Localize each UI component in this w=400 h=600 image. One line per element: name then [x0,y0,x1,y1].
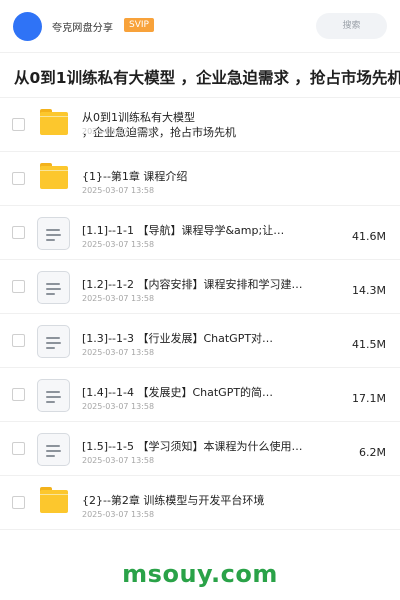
avatar[interactable] [13,12,42,41]
row-checkbox[interactable] [12,280,25,293]
row-checkbox[interactable] [12,118,25,131]
file-date: 2025-03-07 13:58 [82,240,155,249]
file-name: [1.5]--1-5 【学习须知】本课程为什么使用… [82,440,303,453]
svip-badge: SVIP [124,18,154,32]
row-checkbox[interactable] [12,226,25,239]
folder-icon [40,487,68,513]
file-row[interactable]: [1.5]--1-5 【学习须知】本课程为什么使用… 2025-03-07 13… [0,422,400,476]
file-row[interactable]: [1.1]--1-1 【导航】课程导学&amp;让… 2025-03-07 13… [0,206,400,260]
search-button[interactable]: 搜索 [316,13,387,39]
file-row[interactable]: [1.3]--1-3 【行业发展】ChatGPT对… 2025-03-07 13… [0,314,400,368]
file-list: 从0到1训练私有大模型 ，企业急迫需求，抢占市场先机 2025-03-07 13… [0,98,400,530]
file-name: [1.1]--1-1 【导航】课程导学&amp;让… [82,224,285,237]
file-date: 2025-03-07 13:58 [82,456,155,465]
file-name: [1.2]--1-2 【内容安排】课程安排和学习建… [82,278,303,291]
document-icon [37,325,70,358]
file-date: 2025-03-07 13:58 [82,294,155,303]
folder-icon [40,163,68,189]
document-icon [37,271,70,304]
file-row[interactable]: [1.4]--1-4 【发展史】ChatGPT的简… 2025-03-07 13… [0,368,400,422]
file-row[interactable]: [1.2]--1-2 【内容安排】课程安排和学习建… 2025-03-07 13… [0,260,400,314]
file-row[interactable]: 从0到1训练私有大模型 ，企业急迫需求，抢占市场先机 2025-03-07 13… [0,98,400,152]
file-name: {2}--第2章 训练模型与开发平台环境 [82,494,265,507]
file-size: 14.3M [352,284,386,297]
file-size: 17.1M [352,392,386,405]
watermark: msouy.com [122,560,278,588]
row-checkbox[interactable] [12,172,25,185]
row-checkbox[interactable] [12,334,25,347]
file-name: [1.4]--1-4 【发展史】ChatGPT的简… [82,386,274,399]
file-size: 41.6M [352,230,386,243]
page-title: 从0到1训练私有大模型 ，企业急迫需求 ，抢占市场先机 [14,69,400,87]
file-row[interactable]: {1}--第1章 课程介绍 2025-03-07 13:58 [0,152,400,206]
brand-label: 夸克网盘分享 [52,23,114,34]
document-icon [37,379,70,412]
row-checkbox[interactable] [12,496,25,509]
folder-icon [40,109,68,135]
file-size: 6.2M [359,446,386,459]
document-icon [37,217,70,250]
file-date: 2025-03-07 13:58 [82,348,155,357]
file-date: 2025-03-07 13:58 [82,510,155,519]
file-date: 2025-03-07 13:58 [82,186,155,195]
row-checkbox[interactable] [12,388,25,401]
row-checkbox[interactable] [12,442,25,455]
document-icon [37,433,70,466]
file-date: 2025-03-07 13:58 [82,127,155,136]
file-name-line-1: 从0到1训练私有大模型 [82,111,195,124]
header: 夸克网盘分享 SVIP 搜索 [0,0,400,52]
file-name: {1}--第1章 课程介绍 [82,170,188,183]
file-row[interactable]: {2}--第2章 训练模型与开发平台环境 2025-03-07 13:58 [0,476,400,530]
title-bar: 从0到1训练私有大模型 ，企业急迫需求 ，抢占市场先机 [0,52,400,98]
file-date: 2025-03-07 13:58 [82,402,155,411]
file-size: 41.5M [352,338,386,351]
file-name: [1.3]--1-3 【行业发展】ChatGPT对… [82,332,274,345]
